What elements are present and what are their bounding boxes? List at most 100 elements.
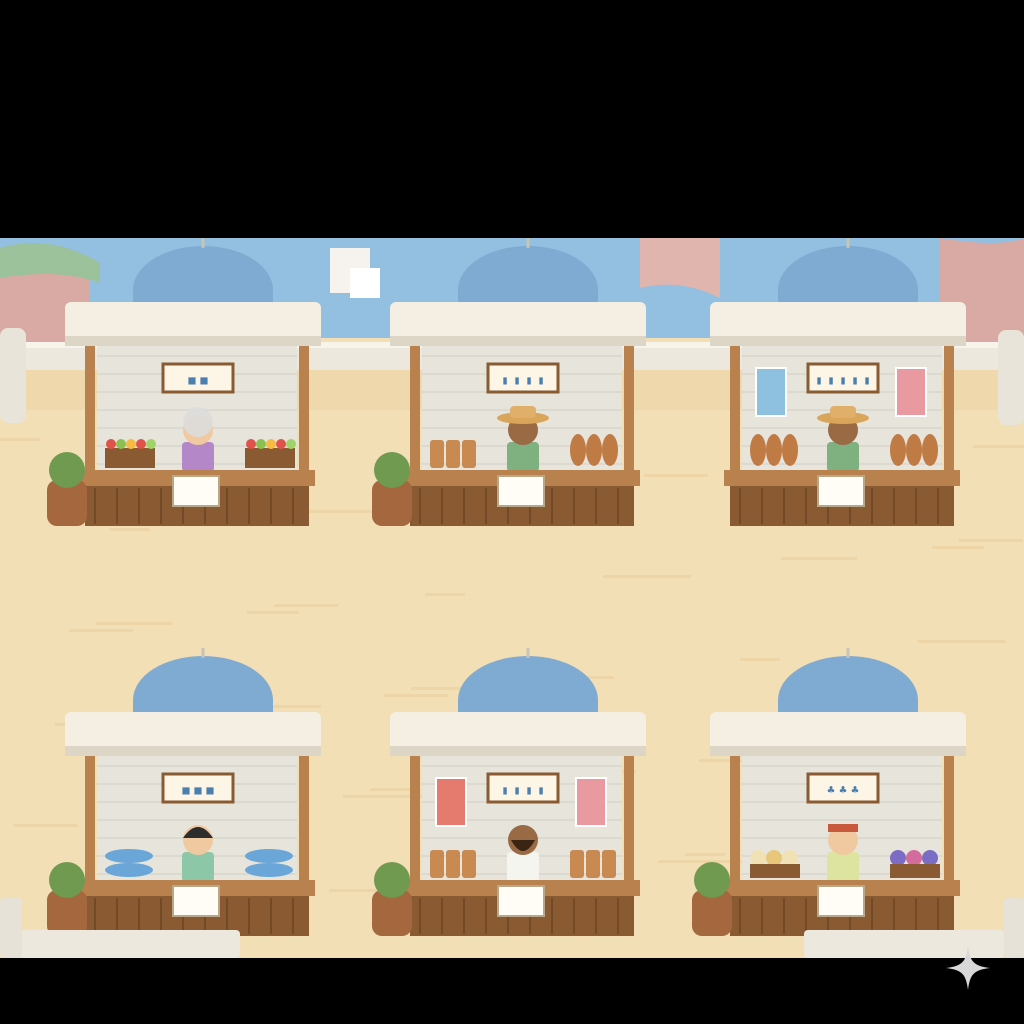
sand-streak [247, 611, 299, 614]
fruit [286, 439, 296, 449]
sign-glyph: ▮ [537, 373, 544, 387]
crate [245, 448, 295, 468]
sign-glyph: ▮ [501, 783, 508, 797]
sign-glyph: ■ [182, 783, 190, 797]
stall-post-left [85, 346, 95, 486]
price-tag[interactable] [497, 885, 545, 917]
pillar-right [998, 330, 1024, 425]
low-wall-left [20, 930, 240, 958]
jar [570, 434, 586, 466]
stall-roof-edge [390, 336, 646, 346]
vendor-hat [510, 406, 536, 418]
sign-glyph: ■ [188, 373, 196, 387]
sand-streak [685, 853, 725, 856]
sand-streak [740, 658, 780, 661]
sign-glyph: ♣ [851, 783, 858, 797]
game-viewport[interactable]: ■ ■ ▮ ▮ ▮ ▮ ▮ ▮ ▮ ▮ ▮ ■ ■ ■ ▮ ▮ ▮ ▮ ♣ ♣ ♣ [0, 0, 1024, 1024]
sand-streak [425, 593, 465, 596]
fruit [146, 439, 156, 449]
sign-glyph: ▮ [501, 373, 508, 387]
hanging-banner [895, 367, 927, 417]
fruit [276, 439, 286, 449]
pillar-left [0, 328, 26, 423]
jar [922, 434, 938, 466]
stall-post-left [730, 346, 740, 486]
sand-streak [959, 539, 1023, 542]
goods-flower-baskets [750, 850, 800, 878]
price-tag[interactable] [172, 475, 220, 507]
sand-streak [603, 575, 691, 578]
market-scene[interactable]: ■ ■ ▮ ▮ ▮ ▮ ▮ ▮ ▮ ▮ ▮ ■ ■ ■ ▮ ▮ ▮ ▮ ♣ ♣ ♣ [0, 238, 1024, 958]
fruit [126, 439, 136, 449]
wall-post-right [1004, 898, 1024, 958]
sand-streak [644, 474, 708, 477]
stall-dome-base [458, 700, 598, 712]
basket [750, 864, 800, 878]
vendor-body [182, 442, 214, 472]
flower [906, 850, 922, 866]
stall-post-left [730, 756, 740, 896]
vendor-elderly-woman[interactable] [182, 407, 214, 472]
sand-streak [69, 629, 133, 632]
price-tag[interactable] [817, 885, 865, 917]
goods-fruit-crate [245, 439, 296, 468]
fish-item [105, 849, 153, 863]
stall-dome-base [778, 290, 918, 302]
plant-leaves [49, 862, 85, 898]
stall-dome-base [133, 290, 273, 302]
sign-glyph: ▮ [537, 783, 544, 797]
sign-glyph: ▮ [827, 373, 834, 387]
stall-post-right [624, 756, 634, 896]
jar [906, 434, 922, 466]
goods-clay-jars [890, 434, 938, 466]
jar [750, 434, 766, 466]
vendor-body [827, 442, 859, 472]
stall-dome-base [458, 290, 598, 302]
stall-roof-edge [65, 746, 321, 756]
sign-glyph: ▮ [863, 373, 870, 387]
sand-streak [384, 694, 448, 697]
letterbox-bottom [0, 958, 1024, 1024]
basket [890, 864, 940, 878]
sign-glyph: ▮ [525, 373, 532, 387]
vendor-bandana [828, 824, 858, 832]
sand-streak [918, 640, 1006, 643]
price-tag[interactable] [172, 885, 220, 917]
sign-glyph: ▮ [513, 373, 520, 387]
flower [922, 850, 938, 866]
stall-roof-edge [710, 746, 966, 756]
sand-streak [973, 445, 1024, 448]
flower [766, 850, 782, 866]
fruit [246, 439, 256, 449]
bread [462, 850, 476, 878]
vendor-bearded-man[interactable] [507, 825, 539, 882]
stall-dome-base [133, 700, 273, 712]
bread [462, 440, 476, 468]
goods-fruit-crate [105, 439, 156, 468]
goods-bread-stack [430, 850, 476, 878]
vendor-woman-dark-hair[interactable] [182, 825, 214, 882]
sand-streak [781, 557, 857, 560]
sign-glyph: ▮ [513, 783, 520, 797]
vendor-body [182, 852, 214, 882]
goods-sacks [570, 850, 616, 878]
sign-glyph: ▮ [851, 373, 858, 387]
price-tag[interactable] [817, 475, 865, 507]
sand-streak [96, 622, 172, 625]
white-house [350, 268, 380, 298]
fruit [106, 439, 116, 449]
goods-clay-jars [750, 434, 798, 466]
stall-roof-edge [710, 336, 966, 346]
stall-post-right [299, 756, 309, 896]
flower [782, 850, 798, 866]
sand-streak [370, 788, 410, 791]
vendor-hair [183, 407, 213, 437]
jar [782, 434, 798, 466]
vendor-man-bandana[interactable] [827, 824, 859, 882]
fish-item [245, 863, 293, 877]
plant-leaves [374, 862, 410, 898]
price-tag[interactable] [497, 475, 545, 507]
jar [602, 434, 618, 466]
vendor-body [507, 442, 539, 472]
bread [586, 850, 600, 878]
